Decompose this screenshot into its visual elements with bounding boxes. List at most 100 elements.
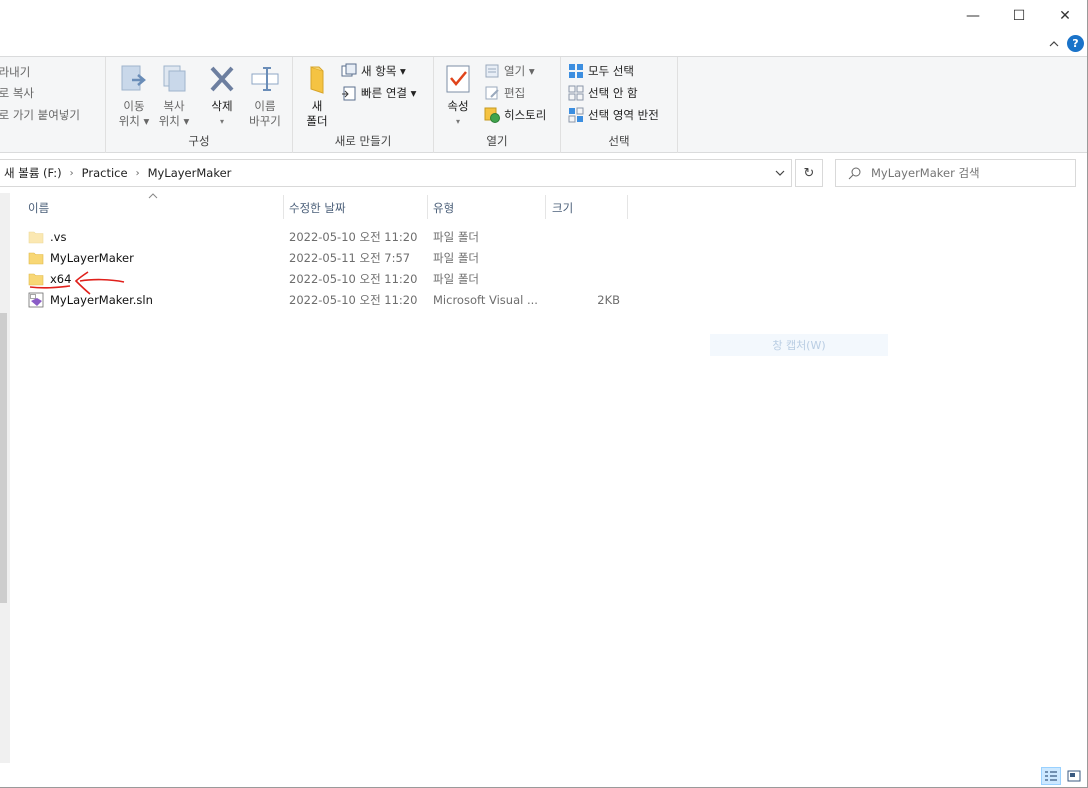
paste-shortcut-label: 바로 가기 붙여넣기 (0, 108, 80, 122)
details-view-button[interactable] (1041, 767, 1061, 785)
breadcrumb-drive[interactable]: 새 볼륨 (F:) (4, 165, 62, 181)
move-to-label-2: 위치 ▾ (118, 114, 150, 128)
properties-check-icon (446, 65, 470, 93)
properties-button[interactable]: 속성 ▾ (442, 63, 474, 129)
copy-to-icon (163, 65, 186, 92)
rename-label-1: 이름 (254, 99, 276, 113)
breadcrumb-practice[interactable]: Practice (82, 166, 128, 180)
column-divider[interactable] (627, 195, 628, 219)
cut-label: 잘라내기 (0, 65, 31, 79)
file-date: 2022-05-10 오전 11:20 (289, 271, 418, 286)
navigation-bar: 새 볼륨 (F:) › Practice › MyLayerMaker ↻ (0, 153, 1087, 193)
easy-access-button[interactable]: 빠른 연결 ▾ (341, 85, 416, 101)
properties-dropdown-arrow: ▾ (455, 117, 460, 126)
address-bar[interactable]: 새 볼륨 (F:) › Practice › MyLayerMaker (0, 159, 792, 187)
close-button[interactable]: ✕ (1042, 0, 1088, 32)
new-item-button[interactable]: 새 항목 ▾ (341, 63, 406, 79)
details-view-icon (1045, 771, 1057, 781)
file-name: .vs (50, 229, 67, 244)
folder-icon (28, 231, 44, 243)
column-header-type[interactable]: 유형 (433, 195, 454, 221)
move-to-button[interactable]: 이동 위치 ▾ (114, 63, 154, 129)
move-to-label-1: 이동 (123, 99, 145, 113)
file-row[interactable]: MyLayerMaker 2022-05-11 오전 7:57 파일 폴더 (22, 247, 622, 268)
address-dropdown-icon[interactable] (768, 159, 792, 187)
organize-group: 이동 위치 ▾ 복사 위치 ▾ 삭제 ▾ 이름 바꾸기 구성 (106, 57, 293, 153)
breadcrumb-chevron-icon[interactable]: › (136, 168, 140, 179)
new-item-icon (341, 63, 357, 77)
column-divider[interactable] (427, 195, 428, 219)
new-group-label: 새로 만들기 (334, 134, 392, 148)
visual-studio-solution-icon (28, 292, 44, 307)
column-divider[interactable] (545, 195, 546, 219)
invert-selection-button[interactable]: 선택 영역 반전 (568, 107, 659, 123)
search-box[interactable] (835, 159, 1076, 187)
file-name: MyLayerMaker.sln (50, 292, 153, 307)
delete-button[interactable]: 삭제 ▾ (200, 63, 244, 129)
select-none-button[interactable]: 선택 안 함 (568, 85, 638, 101)
select-group-label: 선택 (608, 134, 630, 148)
select-group: 모두 선택 선택 안 함 선택 영역 반전 선택 (561, 57, 678, 153)
breadcrumb-chevron-icon[interactable]: › (70, 168, 74, 179)
copy-path-button[interactable]: 경로 복사 (0, 85, 34, 101)
file-type: 파일 폴더 (433, 229, 479, 244)
select-none-icon (568, 85, 584, 101)
select-none-label: 선택 안 함 (588, 86, 638, 100)
open-button[interactable]: 열기 ▾ (484, 63, 535, 79)
scrollbar-thumb[interactable] (0, 313, 7, 603)
open-icon (485, 64, 499, 78)
file-row[interactable]: .vs 2022-05-10 오전 11:20 파일 폴더 (22, 226, 622, 247)
select-all-button[interactable]: 모두 선택 (568, 63, 634, 79)
search-icon (848, 167, 861, 179)
file-name: MyLayerMaker (50, 250, 134, 265)
folder-icon (28, 252, 44, 264)
file-name: x64 (50, 271, 72, 286)
file-row[interactable]: x64 2022-05-10 오전 11:20 파일 폴더 (22, 268, 622, 289)
file-type: Microsoft Visual ... (433, 292, 538, 307)
open-label: 열기 ▾ (504, 64, 535, 78)
history-label: 히스토리 (504, 108, 547, 122)
clipboard-group: 잘라내기 경로 복사 바로 가기 붙여넣기 (0, 57, 106, 153)
search-input[interactable] (871, 166, 1071, 180)
file-date: 2022-05-10 오전 11:20 (289, 292, 418, 307)
rename-button[interactable]: 이름 바꾸기 (244, 63, 286, 129)
invert-selection-icon (568, 107, 584, 123)
refresh-button[interactable]: ↻ (795, 159, 823, 187)
collapse-ribbon-chevron-icon[interactable] (1046, 36, 1062, 52)
copy-to-label-2: 위치 ▾ (158, 114, 190, 128)
help-icon[interactable]: ? (1067, 35, 1084, 52)
new-folder-icon (310, 66, 324, 94)
file-row[interactable]: MyLayerMaker.sln 2022-05-10 오전 11:20 Mic… (22, 289, 622, 310)
rename-label-2: 바꾸기 (249, 114, 281, 128)
column-header-size[interactable]: 크기 (552, 195, 573, 221)
file-list-pane: 이름 수정한 날짜 유형 크기 .vs 2022-05-10 오전 11:20 … (0, 193, 1087, 763)
rename-icon (251, 67, 279, 91)
column-header-date[interactable]: 수정한 날짜 (289, 195, 346, 221)
nav-pane-scrollbar[interactable] (0, 193, 10, 763)
large-icons-view-button[interactable] (1064, 767, 1084, 785)
file-date: 2022-05-11 오전 7:57 (289, 250, 411, 265)
new-folder-button[interactable]: 새 폴더 (299, 63, 335, 129)
column-header-name[interactable]: 이름 (28, 195, 49, 221)
history-button[interactable]: 히스토리 (484, 107, 546, 123)
maximize-button[interactable]: ☐ (996, 0, 1042, 32)
file-type: 파일 폴더 (433, 250, 479, 265)
edit-button[interactable]: 편집 (484, 85, 525, 101)
file-date: 2022-05-10 오전 11:20 (289, 229, 418, 244)
folder-icon (28, 273, 44, 285)
file-size: 2KB (597, 292, 620, 307)
column-divider[interactable] (283, 195, 284, 219)
copy-to-button[interactable]: 복사 위치 ▾ (154, 63, 194, 129)
new-folder-label-1: 새 (311, 99, 323, 113)
file-type: 파일 폴더 (433, 271, 479, 286)
paste-shortcut-button[interactable]: 바로 가기 붙여넣기 (0, 107, 80, 123)
edit-icon (485, 86, 499, 100)
minimize-button[interactable]: — (950, 0, 996, 32)
breadcrumb-mylayermaker[interactable]: MyLayerMaker (148, 166, 232, 180)
select-all-label: 모두 선택 (588, 64, 634, 78)
invert-selection-label: 선택 영역 반전 (588, 108, 659, 122)
ribbon: 잘라내기 경로 복사 바로 가기 붙여넣기 이동 위치 ▾ (0, 56, 1087, 153)
copy-path-label: 경로 복사 (0, 86, 34, 100)
cut-button[interactable]: 잘라내기 (0, 64, 30, 80)
file-explorer-window: — ☐ ✕ ? 잘라내기 경로 복사 바로 가기 붙여넣기 (0, 0, 1088, 788)
